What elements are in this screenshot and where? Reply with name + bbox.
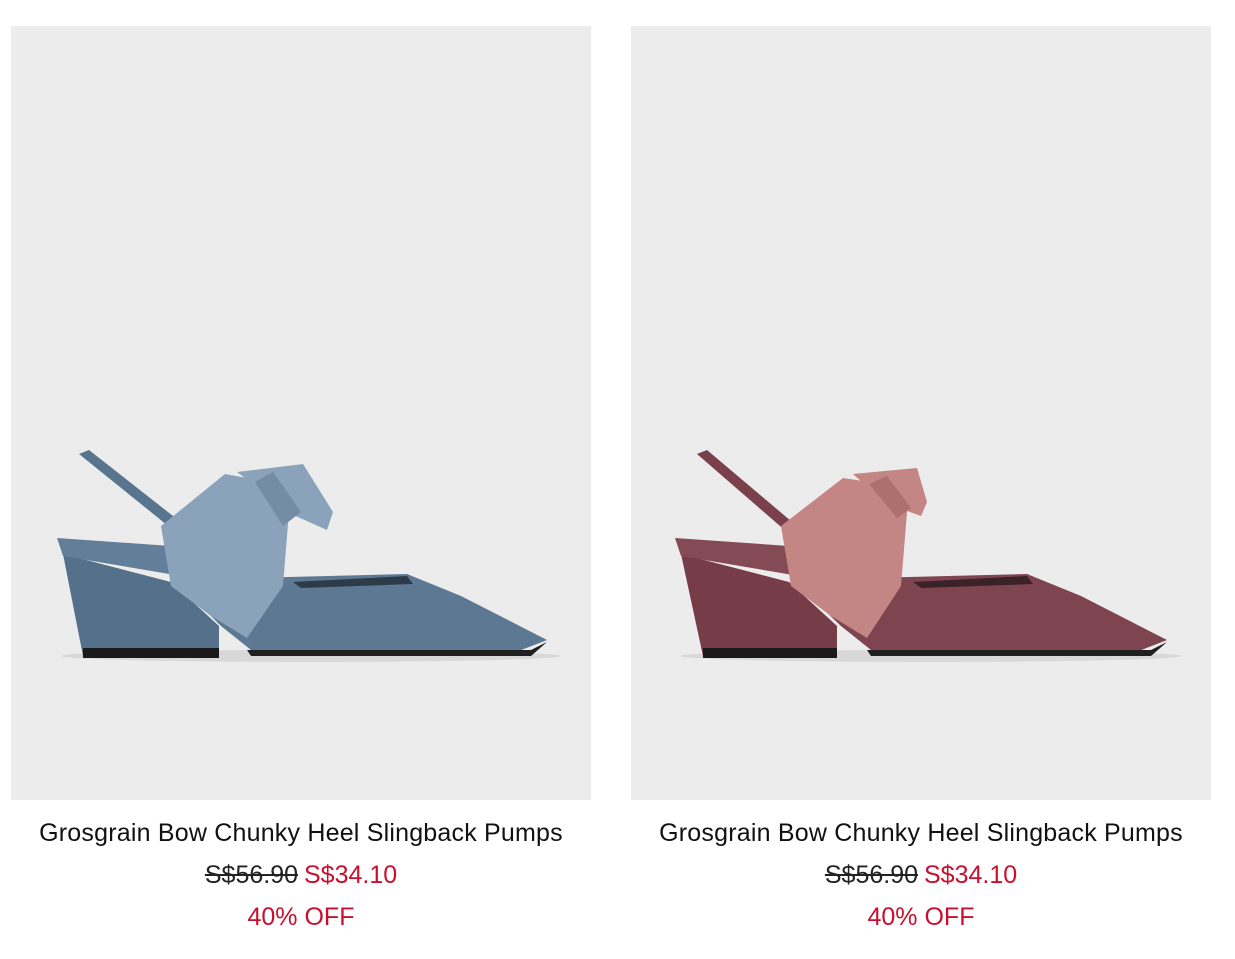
- sale-price: S$34.10: [924, 861, 1018, 889]
- shoe-image: [675, 450, 1181, 662]
- discount-label: 40% OFF: [247, 903, 355, 931]
- original-price: S$56.90: [204, 861, 298, 889]
- shoe-image: [57, 450, 561, 662]
- price-row: S$56.90 S$34.10: [631, 860, 1211, 890]
- discount-label: 40% OFF: [867, 903, 975, 931]
- product-info: Grosgrain Bow Chunky Heel Slingback Pump…: [11, 800, 591, 932]
- original-price: S$56.90: [824, 861, 918, 889]
- product-image-link[interactable]: [11, 26, 591, 800]
- product-info: Grosgrain Bow Chunky Heel Slingback Pump…: [631, 800, 1211, 932]
- product-image-link[interactable]: [631, 26, 1211, 800]
- price-row: S$56.90 S$34.10: [11, 860, 591, 890]
- product-card[interactable]: Grosgrain Bow Chunky Heel Slingback Pump…: [631, 26, 1211, 932]
- product-name-link[interactable]: Grosgrain Bow Chunky Heel Slingback Pump…: [631, 818, 1211, 848]
- sale-price: S$34.10: [304, 861, 398, 889]
- product-card[interactable]: Grosgrain Bow Chunky Heel Slingback Pump…: [11, 26, 591, 932]
- product-name-link[interactable]: Grosgrain Bow Chunky Heel Slingback Pump…: [11, 818, 591, 848]
- product-grid: Grosgrain Bow Chunky Heel Slingback Pump…: [0, 0, 1235, 959]
